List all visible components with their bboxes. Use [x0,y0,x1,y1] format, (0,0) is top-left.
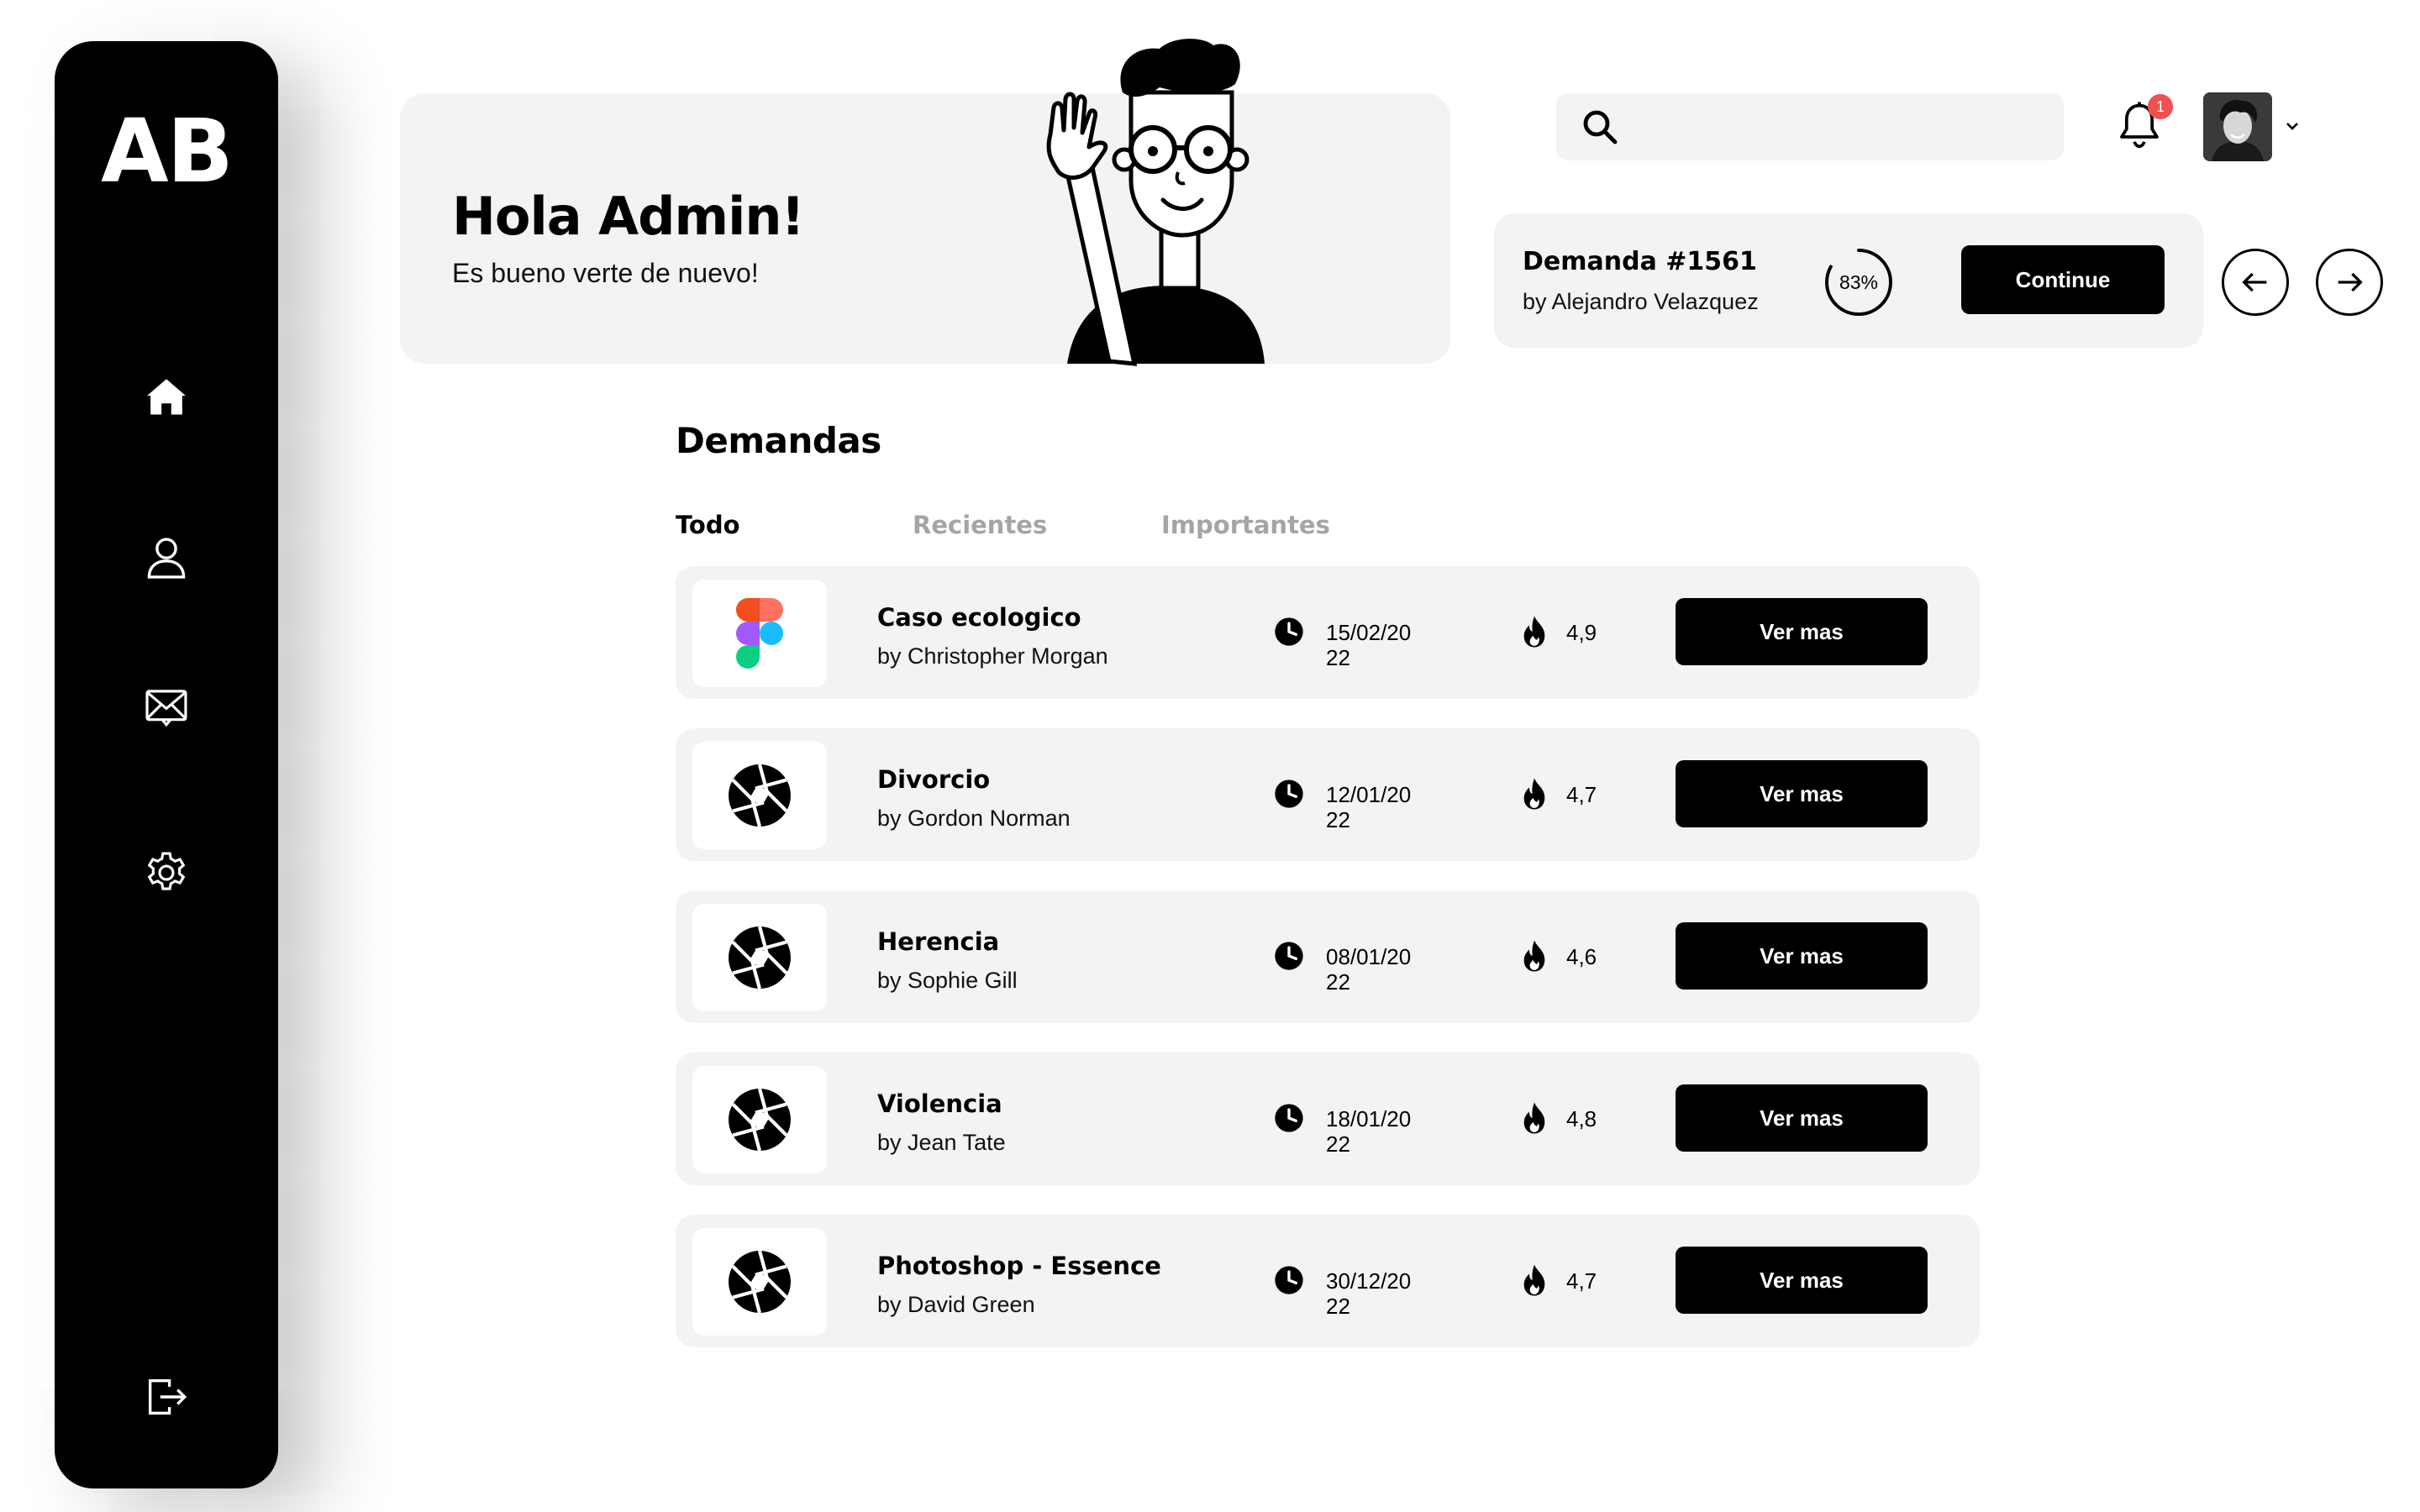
user-photo [2203,92,2272,161]
notifications-button[interactable]: 1 [2116,94,2173,155]
demand-icon-box [692,580,827,687]
mail-icon [145,690,187,727]
tab-todo[interactable]: Todo [676,511,740,539]
logout-icon [148,1378,187,1415]
fire-icon [1523,1102,1545,1134]
sidebar: AB [55,41,278,1488]
arrow-right-icon [2338,272,2363,292]
tab-recientes[interactable]: Recientes [913,511,1047,539]
chevron-down-icon[interactable] [2282,116,2302,136]
demand-title: Violencia [877,1089,1002,1118]
app-logo: AB [101,100,234,202]
clock-icon [1275,1104,1303,1132]
aperture-icon [729,1250,791,1314]
ver-mas-button[interactable]: Ver mas [1676,1247,1928,1314]
demand-title: Photoshop - Essence [877,1252,1161,1280]
demand-title: Divorcio [877,765,991,794]
next-button[interactable] [2316,249,2383,316]
ver-mas-button[interactable]: Ver mas [1676,760,1928,827]
current-demand-author: by Alejandro Velazquez [1523,289,1759,314]
sidebar-item-settings[interactable] [133,839,200,906]
sidebar-item-logout[interactable] [133,1363,200,1431]
progress-label: 83% [1839,270,1879,293]
welcome-title: Hola Admin! [452,186,805,247]
search-input[interactable] [1632,93,2064,160]
demand-date: 30/12/2022 [1326,1268,1412,1319]
fire-icon [1523,1264,1545,1296]
demand-date: 15/02/2022 [1326,620,1412,670]
demand-date: 12/01/2022 [1326,782,1412,832]
demand-icon-box [692,742,827,849]
demand-author: by Christopher Morgan [877,643,1108,669]
aperture-icon [729,926,791,990]
demand-rating: 4,9 [1566,620,1597,645]
demand-list: Caso ecologico by Christopher Morgan 15/… [676,566,1980,1377]
demand-row: Photoshop - Essence by David Green 30/12… [676,1215,1980,1347]
search-icon [1583,110,1618,144]
sidebar-item-home[interactable] [133,364,200,431]
demand-row: Caso ecologico by Christopher Morgan 15/… [676,566,1980,699]
demand-date: 08/01/2022 [1326,944,1412,995]
demand-rating: 4,7 [1566,782,1597,807]
demand-author: by Sophie Gill [877,968,1018,993]
demand-author: by Gordon Norman [877,806,1071,831]
demand-title: Herencia [877,927,1000,956]
search-bar [1556,93,2064,160]
welcome-subtitle: Es bueno verte de nuevo! [452,258,759,288]
notification-badge: 1 [2148,94,2173,119]
user-icon [147,538,186,579]
current-demand-title: Demanda #1561 [1523,247,1757,276]
previous-button[interactable] [2222,249,2289,316]
sidebar-item-messages[interactable] [133,673,200,740]
clock-icon [1275,1266,1303,1294]
avatar[interactable] [2203,92,2272,161]
demand-author: by David Green [877,1292,1035,1317]
fire-icon [1523,616,1545,648]
demand-icon-box [692,904,827,1011]
demand-row: Herencia by Sophie Gill 08/01/2022 4,6 V… [676,890,1980,1023]
clock-icon [1275,617,1303,646]
demandas-title: Demandas [676,420,881,461]
fire-icon [1523,940,1545,972]
demand-author: by Jean Tate [877,1130,1006,1155]
clock-icon [1275,780,1303,808]
welcome-card: Hola Admin! Es bueno verte de nuevo! [400,93,1450,364]
aperture-icon [729,764,791,827]
demand-rating: 4,6 [1566,944,1597,969]
tab-importantes[interactable]: Importantes [1161,511,1330,539]
home-icon [147,379,186,415]
figma-icon [736,598,783,669]
gear-icon [147,852,186,890]
ver-mas-button[interactable]: Ver mas [1676,1084,1928,1152]
demand-date: 18/01/2022 [1326,1106,1412,1157]
aperture-icon [729,1088,791,1152]
ver-mas-button[interactable]: Ver mas [1676,922,1928,990]
demand-rating: 4,7 [1566,1268,1597,1294]
dashboard-page: AB Hola Admin! Es bueno verte de nuevo! … [0,0,2420,1512]
demand-icon-box [692,1228,827,1336]
waving-character-illustration [1046,39,1265,366]
demand-icon-box [692,1066,827,1173]
demand-rating: 4,8 [1566,1106,1597,1131]
sidebar-item-profile[interactable] [133,524,200,591]
ver-mas-button[interactable]: Ver mas [1676,598,1928,665]
demand-row: Divorcio by Gordon Norman 12/01/2022 4,7… [676,728,1980,861]
arrow-left-icon [2242,272,2267,292]
continue-button[interactable]: Continue [1961,245,2165,314]
demand-row: Violencia by Jean Tate 18/01/2022 4,8 Ve… [676,1053,1980,1185]
clock-icon [1275,942,1303,970]
fire-icon [1523,778,1545,810]
demand-title: Caso ecologico [877,603,1081,632]
current-demand-card: Demanda #1561 by Alejandro Velazquez 83%… [1494,213,2203,348]
